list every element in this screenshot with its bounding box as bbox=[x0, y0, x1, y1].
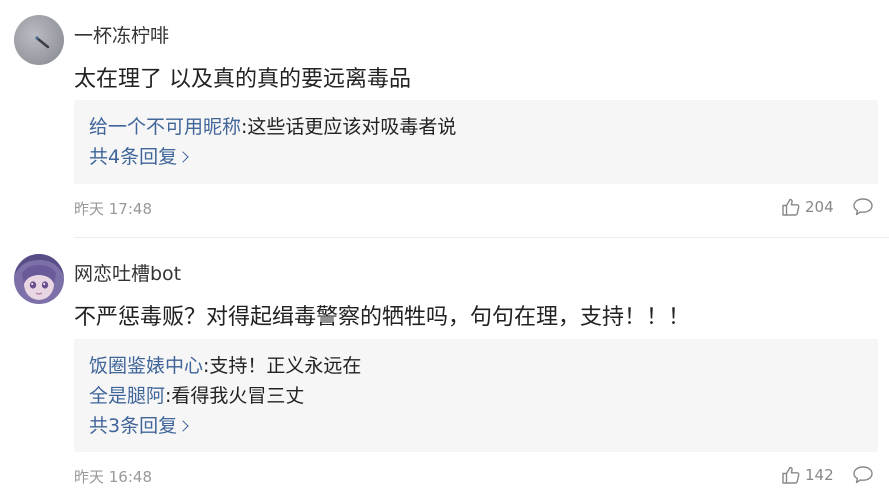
comment-item: 网恋吐槽bot 不严惩毒贩？对得起缉毒警察的牺牲吗，句句在理，支持！！！ 饭圈鉴… bbox=[0, 238, 889, 496]
username[interactable]: 一杯冻柠啡 bbox=[74, 21, 169, 48]
more-replies-label: 共4条回复 bbox=[89, 146, 178, 168]
reply-line: 全是腿阿:看得我火冒三丈 bbox=[89, 381, 304, 408]
like-count: 142 bbox=[805, 466, 834, 484]
reply-text: :支持！正义永远在 bbox=[203, 355, 362, 377]
more-replies-link[interactable]: 共3条回复 bbox=[89, 411, 189, 438]
more-replies-label: 共3条回复 bbox=[89, 415, 178, 437]
reply-button[interactable] bbox=[852, 465, 874, 489]
like-button[interactable]: 142 bbox=[781, 465, 834, 485]
thumbs-up-icon bbox=[782, 466, 800, 484]
reply-username[interactable]: 饭圈鉴婊中心 bbox=[89, 355, 203, 377]
avatar[interactable] bbox=[14, 254, 64, 304]
chevron-right-icon bbox=[177, 151, 189, 163]
comment-bubble-icon bbox=[853, 466, 873, 484]
avatar[interactable] bbox=[14, 15, 64, 65]
reply-username[interactable]: 给一个不可用昵称 bbox=[89, 116, 241, 138]
reply-preview-box: 饭圈鉴婊中心:支持！正义永远在 全是腿阿:看得我火冒三丈 共3条回复 bbox=[74, 339, 878, 452]
chevron-right-icon bbox=[177, 420, 189, 432]
reply-text: :这些话更应该对吸毒者说 bbox=[241, 116, 457, 138]
reply-preview-box: 给一个不可用昵称:这些话更应该对吸毒者说 共4条回复 bbox=[74, 100, 878, 184]
comment-time: 昨天 16:48 bbox=[74, 468, 152, 486]
reply-text: :看得我火冒三丈 bbox=[165, 385, 305, 407]
comment-time: 昨天 17:48 bbox=[74, 200, 152, 218]
reply-button[interactable] bbox=[852, 197, 874, 221]
username[interactable]: 网恋吐槽bot bbox=[74, 259, 181, 286]
comment-item: 一杯冻柠啡 太在理了 以及真的真的要远离毒品 给一个不可用昵称:这些话更应该对吸… bbox=[0, 0, 889, 238]
like-count: 204 bbox=[805, 198, 834, 216]
like-button[interactable]: 204 bbox=[781, 197, 834, 217]
comment-text: 太在理了 以及真的真的要远离毒品 bbox=[74, 67, 411, 92]
reply-line: 给一个不可用昵称:这些话更应该对吸毒者说 bbox=[89, 112, 456, 139]
thumbs-up-icon bbox=[782, 198, 800, 216]
reply-line: 饭圈鉴婊中心:支持！正义永远在 bbox=[89, 351, 361, 378]
comment-bubble-icon bbox=[853, 198, 873, 216]
more-replies-link[interactable]: 共4条回复 bbox=[89, 142, 189, 169]
reply-username[interactable]: 全是腿阿 bbox=[89, 385, 165, 407]
comment-text: 不严惩毒贩？对得起缉毒警察的牺牲吗，句句在理，支持！！！ bbox=[74, 305, 691, 330]
